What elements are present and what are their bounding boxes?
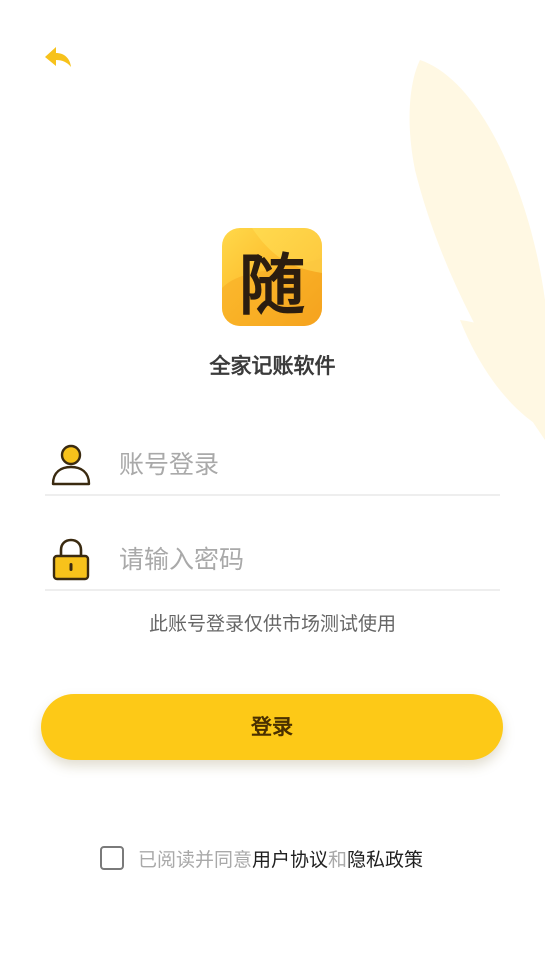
password-input[interactable] bbox=[117, 535, 491, 583]
agreement-prefix: 已阅读并同意 bbox=[138, 848, 253, 871]
logo-character: 随 bbox=[239, 246, 305, 324]
password-field-row bbox=[45, 527, 500, 591]
account-field-row bbox=[45, 432, 500, 496]
back-button[interactable] bbox=[40, 40, 76, 76]
agreement-row: 已阅读并同意用户协议和隐私政策 bbox=[100, 842, 423, 874]
login-button[interactable]: 登录 bbox=[41, 694, 503, 760]
app-logo: 随 bbox=[222, 228, 322, 326]
agreement-conjunction: 和 bbox=[328, 848, 348, 871]
test-use-notice: 此账号登录仅供市场测试使用 bbox=[148, 613, 396, 635]
agreement-checkbox[interactable] bbox=[100, 846, 124, 870]
lock-icon bbox=[52, 538, 90, 581]
agreement-text: 已阅读并同意用户协议和隐私政策 bbox=[138, 845, 423, 872]
account-input[interactable] bbox=[117, 440, 491, 488]
app-name: 全家记账软件 bbox=[209, 354, 336, 378]
back-arrow-icon bbox=[45, 47, 71, 67]
user-agreement-link[interactable]: 用户协议 bbox=[252, 849, 328, 871]
leaf-background-decoration bbox=[409, 60, 545, 440]
privacy-policy-link[interactable]: 隐私政策 bbox=[347, 849, 423, 871]
user-icon bbox=[51, 444, 91, 486]
